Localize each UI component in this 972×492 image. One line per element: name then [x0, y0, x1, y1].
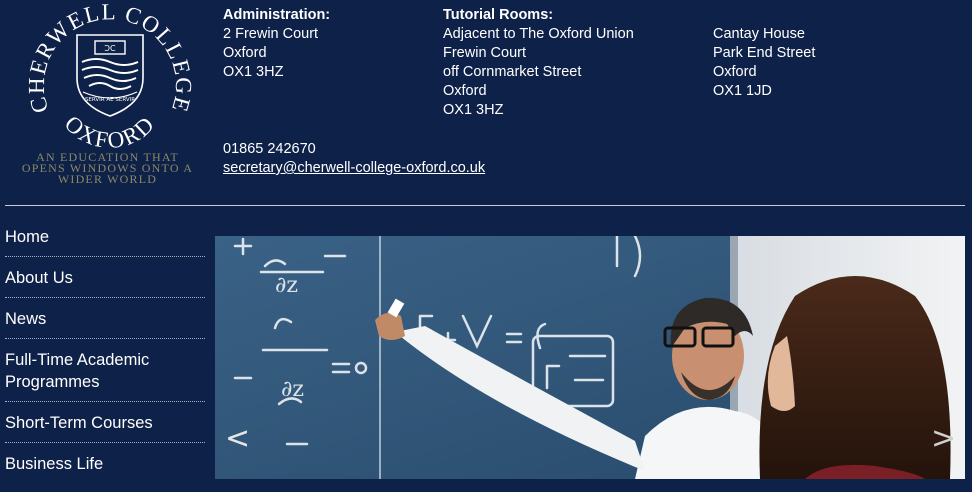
- contact-info: 01865 242670 secretary@cherwell-college-…: [223, 140, 485, 178]
- nav-item-full-time-academic-programmes[interactable]: Full-Time Academic Programmes: [5, 348, 205, 402]
- address-line: Oxford: [713, 64, 757, 80]
- svg-text:ƆC: ƆC: [104, 44, 116, 53]
- cantay-house-address: Cantay House Park End Street Oxford OX1 …: [713, 25, 815, 101]
- nav-item-about-us[interactable]: About Us: [5, 266, 205, 298]
- address-line: OX1 3HZ: [443, 102, 504, 118]
- address-line: Oxford: [223, 45, 267, 61]
- logo-motto: SERVIR AE SERVIR: [85, 97, 135, 103]
- svg-text:∂z: ∂z: [275, 273, 298, 298]
- address-line: off Cornmarket Street: [443, 64, 582, 80]
- address-line: OX1 3HZ: [223, 64, 284, 80]
- tutorial-rooms-address: Tutorial Rooms: Adjacent to The Oxford U…: [443, 6, 634, 120]
- college-logo[interactable]: CHERWELL COLLEGE OXFORD ƆC SERVIR AE SER…: [5, 0, 205, 200]
- slider-prev-arrow[interactable]: <: [225, 421, 250, 456]
- tutorial-title: Tutorial Rooms:: [443, 7, 554, 23]
- college-crest-icon: CHERWELL COLLEGE OXFORD ƆC SERVIR AE SER…: [25, 0, 195, 150]
- main-nav: Home About Us News Full-Time Academic Pr…: [5, 225, 205, 492]
- address-line: Frewin Court: [443, 45, 526, 61]
- address-line: OX1 1JD: [713, 83, 772, 99]
- nav-item-news[interactable]: News: [5, 307, 205, 339]
- slider-next-arrow[interactable]: >: [931, 421, 956, 456]
- phone-number: 01865 242670: [223, 141, 316, 157]
- administration-title: Administration:: [223, 7, 331, 23]
- administration-address: Administration: 2 Frewin Court Oxford OX…: [223, 6, 330, 82]
- nav-item-home[interactable]: Home: [5, 225, 205, 257]
- address-line: Oxford: [443, 83, 487, 99]
- address-line: Park End Street: [713, 45, 816, 61]
- classroom-photo: ∂z ∂z: [215, 236, 965, 479]
- nav-item-business-life[interactable]: Business Life: [5, 452, 205, 483]
- hero-slider[interactable]: ∂z ∂z < >: [215, 236, 965, 479]
- address-line: Cantay House: [713, 26, 805, 42]
- header-divider: [5, 205, 965, 206]
- svg-text:∂z: ∂z: [281, 377, 304, 402]
- address-line: 2 Frewin Court: [223, 26, 319, 42]
- address-line: Adjacent to The Oxford Union: [443, 26, 634, 42]
- nav-item-short-term-courses[interactable]: Short-Term Courses: [5, 411, 205, 443]
- email-link[interactable]: secretary@cherwell-college-oxford.co.uk: [223, 160, 485, 176]
- logo-tagline: AN EDUCATION THAT OPENS WINDOWS ONTO A W…: [21, 150, 194, 186]
